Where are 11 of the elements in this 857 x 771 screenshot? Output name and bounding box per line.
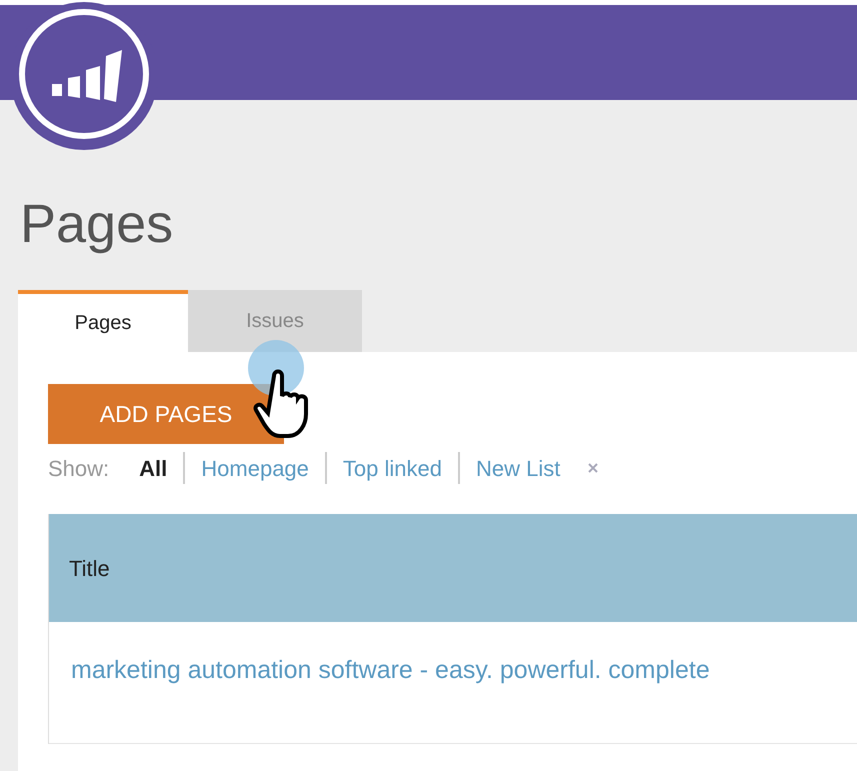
filter-label: Show:	[48, 454, 110, 482]
page-title: Pages	[20, 194, 174, 254]
filter-link[interactable]: New List	[476, 452, 560, 484]
filter-link[interactable]: Top linked	[342, 452, 442, 484]
filter-link[interactable]: Homepage	[201, 452, 309, 484]
filter-link[interactable]: All	[139, 452, 168, 484]
page-title-link[interactable]: marketing automation software - easy. powerful. complete	[71, 656, 710, 684]
column-header: Title	[49, 514, 857, 622]
close-icon[interactable]	[588, 463, 598, 473]
tab[interactable]: Pages	[18, 290, 188, 352]
tab[interactable]: Issues	[188, 290, 362, 352]
